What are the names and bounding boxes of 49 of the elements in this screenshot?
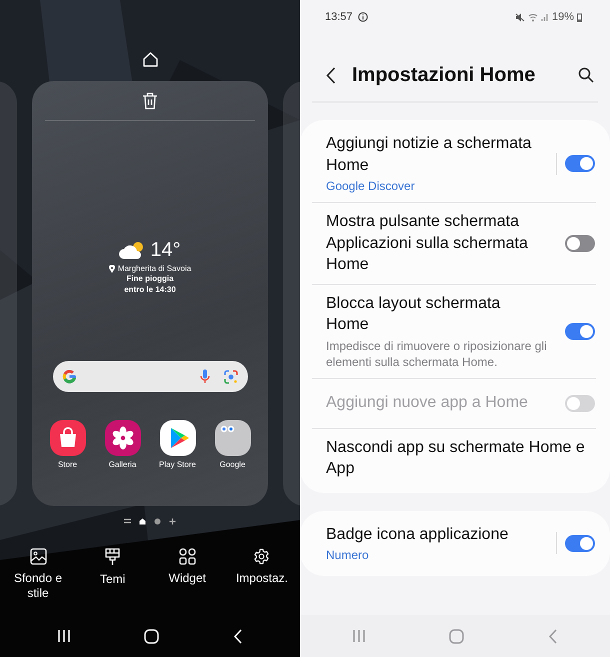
weather-forecast: Fine pioggia [126, 273, 174, 284]
back-icon[interactable] [326, 66, 336, 84]
app-shortcut[interactable]: Galleria [104, 420, 141, 469]
widgets-icon [178, 548, 196, 565]
camera-lens-icon[interactable] [224, 370, 238, 384]
editor-action[interactable]: Sfondo e stile [5, 548, 71, 601]
settings-row[interactable]: Nascondi app su schermate Home e App [312, 428, 596, 488]
temperature: 14° [150, 239, 181, 261]
list-page-icon[interactable] [124, 518, 131, 524]
battery-icon [577, 12, 582, 22]
editor-action[interactable]: Temi [80, 548, 146, 601]
app-shortcut[interactable]: Play Store [159, 420, 196, 469]
page-title: Impostazioni Home [352, 64, 536, 86]
weather-forecast: entro le 14:30 [124, 284, 176, 295]
image-icon [30, 548, 46, 565]
status-time: 13:57 [325, 11, 353, 23]
search-bar[interactable] [52, 361, 248, 392]
toggle-switch[interactable] [565, 534, 595, 552]
add-page-icon[interactable] [169, 518, 176, 524]
editor-action[interactable]: Impostaz. [228, 548, 295, 601]
app-shortcut[interactable]: Google [214, 420, 251, 469]
mute-icon [514, 12, 525, 22]
shopping-bag-icon [50, 420, 86, 456]
signal-icon [540, 12, 549, 22]
app-folder-icon [214, 420, 250, 456]
wifi-icon [528, 12, 538, 22]
search-icon[interactable] [578, 67, 594, 83]
settings-row[interactable]: Blocca layout schermata Home Impedisce di rimuovere o riposizionare gli elementi sulla schermata Home. [312, 284, 596, 378]
info-icon [358, 12, 368, 22]
settings-row[interactable]: Aggiungi notizie a schermata Home Google Discover [312, 125, 596, 202]
toggle-switch[interactable] [565, 234, 595, 252]
google-g-icon [62, 369, 76, 384]
home-page-indicator[interactable] [139, 518, 146, 524]
toggle-switch[interactable] [565, 155, 595, 172]
editor-action[interactable]: Widget [154, 548, 220, 601]
paint-brush-icon [105, 548, 120, 566]
location-pin-icon [108, 264, 115, 272]
page-dot[interactable] [154, 518, 161, 524]
settings-icon [253, 548, 270, 565]
settings-row[interactable]: Mostra pulsante schermata Applicazioni sulla schermata Home [312, 203, 596, 284]
app-shortcut[interactable]: Store [49, 420, 86, 469]
delete-icon[interactable] [142, 92, 158, 110]
settings-row[interactable]: Badge icona applicazione Numero [312, 516, 596, 571]
page-preview[interactable]: 14° Margherita di Savoia Fine pioggia entro le 14:30 Store Galleria Play Store Google [32, 81, 268, 506]
microphone-icon[interactable] [200, 369, 210, 384]
toggle-switch[interactable] [565, 322, 595, 340]
battery-level: 19% [552, 11, 574, 23]
flower-icon [104, 420, 140, 456]
weather-location: Margherita di Savoia [118, 264, 192, 273]
